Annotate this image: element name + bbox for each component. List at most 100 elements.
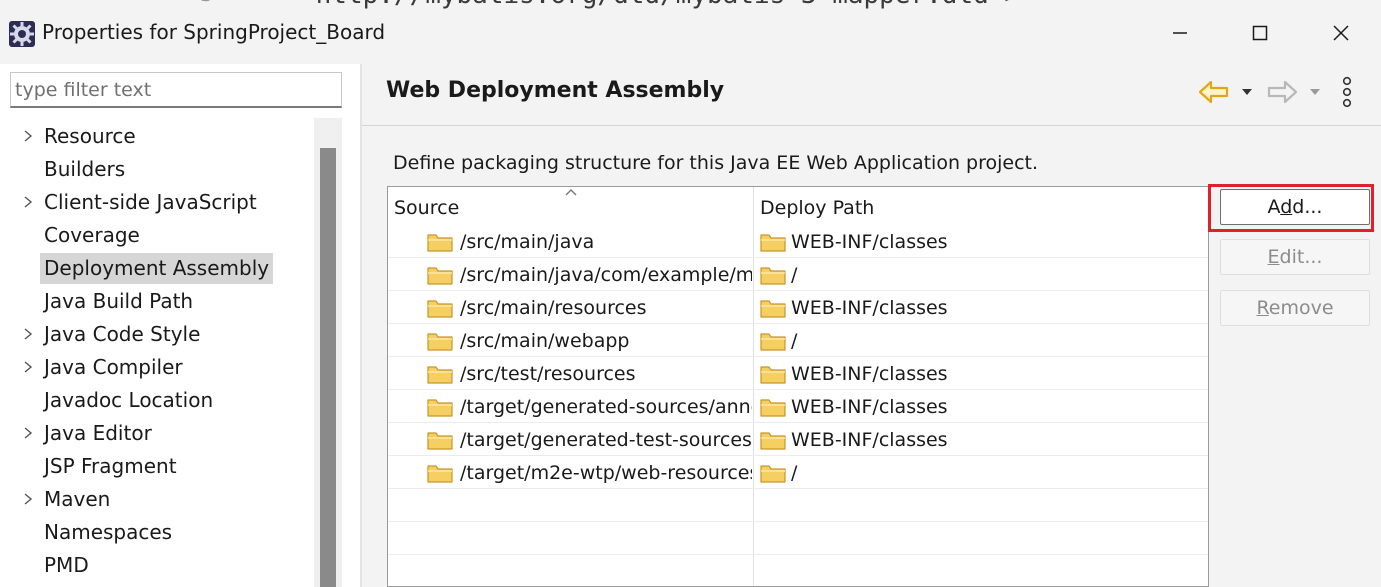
chevron-right-icon[interactable] [20, 324, 36, 344]
tree-item[interactable]: Java Build Path [0, 285, 312, 318]
folder-icon [760, 299, 786, 318]
tree-item-label: Java Editor [44, 421, 152, 445]
view-menu-button[interactable] [1340, 76, 1354, 108]
forward-history-dropdown[interactable] [1308, 76, 1322, 108]
property-page-content: Web Deployment Assembly Define packaging… [362, 64, 1381, 587]
column-header-source[interactable]: Source [394, 197, 459, 219]
deploy-path-cell: WEB-INF/classes [759, 423, 1199, 456]
folder-icon [427, 431, 453, 450]
source-cell: /target/m2e-wtp/web-resources [426, 456, 752, 489]
close-button[interactable] [1311, 14, 1371, 52]
source-cell: /target/generated-test-sources/test-anno… [426, 423, 752, 456]
window-title: Properties for SpringProject_Board [42, 20, 386, 44]
tree-item-label: Java Code Style [44, 322, 201, 346]
page-description: Define packaging structure for this Java… [393, 152, 1039, 174]
tree-item-label: Maven [44, 487, 111, 511]
back-button[interactable] [1198, 76, 1230, 108]
maximize-button[interactable] [1230, 14, 1290, 52]
chevron-right-icon[interactable] [20, 192, 36, 212]
table-row[interactable]: /src/test/resources WEB-INF/classes [388, 357, 1208, 390]
deploy-path-cell: WEB-INF/classes [759, 291, 1199, 324]
folder-icon [427, 398, 453, 417]
tree-item[interactable]: Resource [0, 120, 312, 153]
minimize-button[interactable] [1150, 14, 1210, 52]
table-row[interactable]: /target/m2e-wtp/web-resources / [388, 456, 1208, 489]
chevron-right-icon[interactable] [20, 357, 36, 377]
filter-input[interactable] [10, 72, 342, 108]
table-row-empty [388, 522, 1208, 555]
table-row[interactable]: /src/main/java WEB-INF/classes [388, 225, 1208, 258]
tree-item[interactable]: Coverage [0, 219, 312, 252]
edit-button[interactable]: Edit... [1220, 239, 1370, 275]
tree-item[interactable]: Deployment Assembly [0, 252, 312, 285]
tree-item[interactable]: PMD [0, 549, 312, 582]
folder-icon [427, 332, 453, 351]
source-path: /target/generated-sources/annotations [460, 395, 752, 418]
folder-icon [427, 464, 453, 483]
tree-item-label: Javadoc Location [44, 388, 214, 412]
tree-item[interactable]: JSP Fragment [0, 450, 312, 483]
tree-item[interactable]: Maven [0, 483, 312, 516]
chevron-right-icon[interactable] [20, 126, 36, 146]
folder-icon [760, 431, 786, 450]
chevron-right-icon[interactable] [20, 423, 36, 443]
source-path: /src/main/webapp [460, 329, 630, 352]
table-row[interactable]: /target/generated-test-sources/test-anno… [388, 423, 1208, 456]
source-cell: /target/generated-sources/annotations [426, 390, 752, 423]
tree-item-label: Namespaces [44, 520, 173, 544]
tree-item-label: Java Compiler [44, 355, 183, 379]
page-title: Web Deployment Assembly [386, 78, 725, 103]
edit-button-label: Edit... [1267, 246, 1323, 268]
more-vertical-icon [1342, 76, 1352, 108]
add-button[interactable]: Add... [1220, 189, 1370, 225]
table-row[interactable]: /src/main/webapp / [388, 324, 1208, 357]
tree-item[interactable]: Java Code Style [0, 318, 312, 351]
table-row[interactable]: /target/generated-sources/annotations WEB… [388, 390, 1208, 423]
deploy-path: / [791, 461, 798, 484]
table-row-empty [388, 489, 1208, 522]
source-path: /src/main/java/com/example/mapper [460, 263, 752, 286]
tree-item-label: JSP Fragment [44, 454, 177, 478]
source-cell: /src/main/java/com/example/mapper [426, 258, 752, 291]
source-path: /src/main/resources [460, 296, 647, 319]
table-header: Source Deploy Path [388, 187, 1208, 225]
background-editor-code: "http://mybatis.org/dtd/mybatis-3-mapper… [300, 0, 1020, 10]
deploy-path: / [791, 263, 798, 286]
column-header-deploy-path[interactable]: Deploy Path [760, 197, 874, 219]
deploy-path: WEB-INF/classes [791, 428, 948, 451]
tree-item[interactable]: Builders [0, 153, 312, 186]
tree-item[interactable]: Java Compiler [0, 351, 312, 384]
tree-item[interactable]: Client-side JavaScript [0, 186, 312, 219]
tree-item-label: PMD [44, 553, 89, 577]
folder-icon [760, 398, 786, 417]
chevron-down-icon [1242, 89, 1252, 95]
property-pages-pane: Resource Builders Client-side JavaScript Co… [0, 64, 360, 587]
folder-icon [427, 233, 453, 252]
table-row[interactable]: /src/main/resources WEB-INF/classes [388, 291, 1208, 324]
tree-item-label: Resource [44, 124, 136, 148]
deploy-path-cell: WEB-INF/classes [759, 225, 1199, 258]
background-line-number: 3 [200, 0, 213, 7]
remove-button[interactable]: Remove [1220, 290, 1370, 326]
folder-icon [427, 299, 453, 318]
folder-icon [427, 266, 453, 285]
chevron-down-icon [1310, 89, 1320, 95]
forward-button[interactable] [1266, 76, 1298, 108]
tree-item[interactable]: Java Editor [0, 417, 312, 450]
deploy-path: / [791, 329, 798, 352]
sort-ascending-icon [565, 189, 577, 196]
deploy-path: WEB-INF/classes [791, 395, 948, 418]
table-row-empty [388, 555, 1208, 586]
chevron-right-icon[interactable] [20, 489, 36, 509]
tree-item[interactable]: Javadoc Location [0, 384, 312, 417]
tree-scrollbar-thumb[interactable] [320, 148, 336, 587]
folder-icon [427, 365, 453, 384]
table-row[interactable]: /src/main/java/com/example/mapper / [388, 258, 1208, 291]
minimize-icon [1173, 32, 1187, 34]
back-history-dropdown[interactable] [1240, 76, 1254, 108]
source-path: /src/main/java [460, 230, 595, 253]
tree-item[interactable]: Namespaces [0, 516, 312, 549]
deploy-path-cell: / [759, 258, 1199, 291]
deploy-path-cell: WEB-INF/classes [759, 357, 1199, 390]
assembly-table: Source Deploy Path /src/main/java WEB-INF… [387, 186, 1209, 587]
